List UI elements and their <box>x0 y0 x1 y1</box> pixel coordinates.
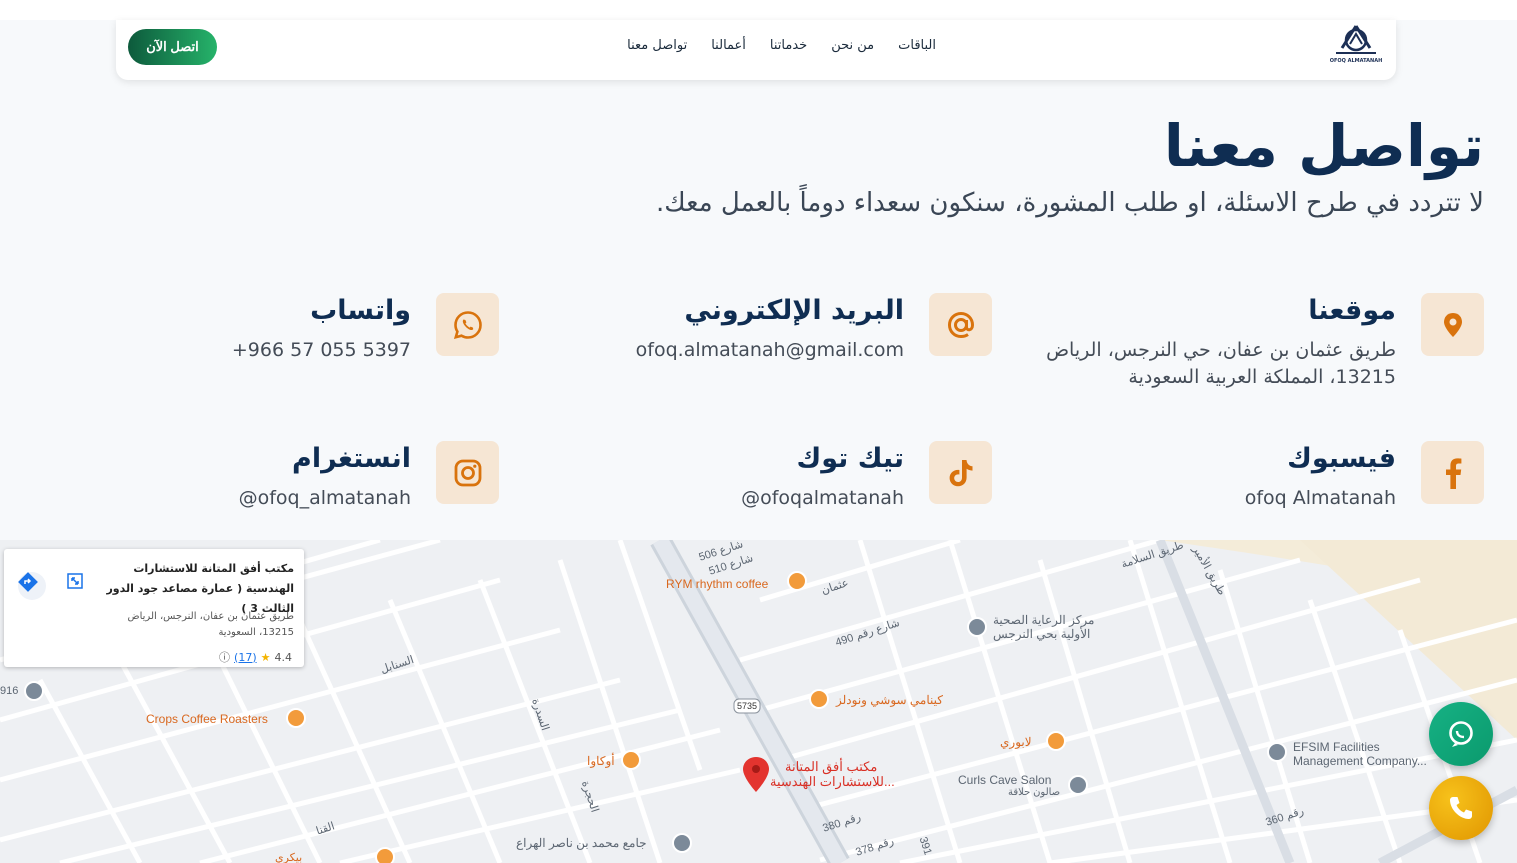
poi-rym[interactable]: RYM rhythm coffee <box>666 577 768 591</box>
road-shield-5735: 5735 <box>737 701 758 711</box>
poi-kinami[interactable]: كينامي سوشي ونودلز <box>836 693 943 707</box>
location-line1: طريق عثمان بن عفان، حي النرجس، الرياض <box>1046 339 1396 361</box>
phone-icon <box>1450 797 1472 819</box>
poi-labourie[interactable]: لابوري <box>1000 735 1032 749</box>
star-icon: ★ <box>260 650 271 664</box>
poi-office-line1[interactable]: مكتب أفق المتانة <box>785 759 877 775</box>
poi-bakery[interactable]: بيكري <box>275 851 302 863</box>
email-title: البريد الإلكتروني <box>684 295 904 326</box>
poi-awakawa[interactable]: أوكاوا <box>587 754 615 768</box>
poi-mosque[interactable]: جامع محمد بن ناصر الهراع <box>516 836 647 850</box>
contact-instagram: انستغرام @ofoq_almatanah <box>239 441 499 521</box>
whatsapp-chat-button[interactable] <box>1429 702 1493 766</box>
instagram-value[interactable]: @ofoq_almatanah <box>239 485 411 512</box>
whatsapp-icon <box>436 293 499 356</box>
poi-office-line2: للاستشارات الهندسية... <box>770 774 895 789</box>
contact-location: موقعنا طريق عثمان بن عفان، حي النرجس، ال… <box>1040 293 1484 393</box>
nav-contact[interactable]: تواصل معنا <box>627 38 687 53</box>
page-title: تواصل معنا <box>1163 112 1484 180</box>
place-rating: ⓘ (17) ★ 4.4 <box>219 649 292 665</box>
map-place-card: مكتب أفق المتانة للاستشارات الهندسية ( ع… <box>4 549 304 667</box>
place-address: طريق عثمان بن عفان، النرجس، الرياض 13215… <box>127 611 294 638</box>
poi-efsim-line1[interactable]: EFSIM Facilities <box>1293 740 1380 754</box>
contact-whatsapp: واتساب +966 57 055 5397 <box>232 293 499 373</box>
logo-mark-icon[interactable] <box>1328 22 1384 72</box>
enlarge-map-icon[interactable] <box>66 572 94 600</box>
whatsapp-title: واتساب <box>310 295 411 326</box>
info-icon[interactable]: ⓘ <box>219 649 230 665</box>
directions-icon[interactable] <box>18 572 46 600</box>
poi-efsim-line2: Management Company... <box>1293 754 1427 768</box>
logo-text: OFOQ ALMATANAH <box>1329 58 1383 64</box>
poi-crops[interactable]: Crops Coffee Roasters <box>146 712 268 726</box>
instagram-title: انستغرام <box>292 443 411 474</box>
at-icon <box>929 293 992 356</box>
nav-packages[interactable]: الباقات <box>898 38 936 53</box>
whatsapp-value[interactable]: +966 57 055 5397 <box>232 337 411 364</box>
poi-clinic-line2: الأولية بحي النرجس <box>993 627 1091 641</box>
location-title: موقعنا <box>1308 295 1396 326</box>
poi-curls-line2: صالون حلاقة <box>1008 787 1061 798</box>
tiktok-icon <box>929 441 992 504</box>
location-line2: 13215، المملكة العربية السعودية <box>1128 366 1396 388</box>
poi-curls-line1[interactable]: Curls Cave Salon <box>958 773 1051 787</box>
site-header: اتصل الآن الباقات من نحن خدماتنا أعمالنا… <box>116 20 1396 80</box>
map-embed[interactable]: RYM rhythm coffee Crops Coffee Roasters … <box>0 540 1517 863</box>
facebook-value[interactable]: ofoq Almatanah <box>1245 485 1396 512</box>
chat-bubble-icon <box>1449 721 1473 747</box>
contact-tiktok: تيك توك @ofoqalmatanah <box>740 441 992 521</box>
instagram-icon <box>436 441 499 504</box>
call-button[interactable] <box>1429 776 1493 840</box>
review-count-link[interactable]: (17) <box>234 651 257 664</box>
top-band <box>0 0 1517 20</box>
nav-about[interactable]: من نحن <box>831 38 874 53</box>
contact-email: البريد الإلكتروني ofoq.almatanah@gmail.c… <box>636 293 992 373</box>
poi-clinic-line1[interactable]: مركز الرعاية الصحية <box>993 613 1094 627</box>
contact-facebook: فيسبوك ofoq Almatanah <box>1240 441 1484 521</box>
street-916: 916 <box>0 685 19 697</box>
tiktok-value[interactable]: @ofoqalmatanah <box>741 485 904 512</box>
page-subtitle: لا تتردد في طرح الاسئلة، او طلب المشورة،… <box>655 188 1484 218</box>
facebook-icon <box>1421 441 1484 504</box>
map-pin-icon <box>1421 293 1484 356</box>
nav-works[interactable]: أعمالنا <box>711 38 746 53</box>
contact-now-button[interactable]: اتصل الآن <box>128 29 217 65</box>
facebook-title: فيسبوك <box>1287 443 1396 474</box>
rating-value: 4.4 <box>274 650 293 664</box>
main-nav: الباقات من نحن خدماتنا أعمالنا تواصل معن… <box>627 38 936 53</box>
nav-services[interactable]: خدماتنا <box>770 38 807 53</box>
email-value[interactable]: ofoq.almatanah@gmail.com <box>636 337 904 364</box>
tiktok-title: تيك توك <box>796 443 904 474</box>
